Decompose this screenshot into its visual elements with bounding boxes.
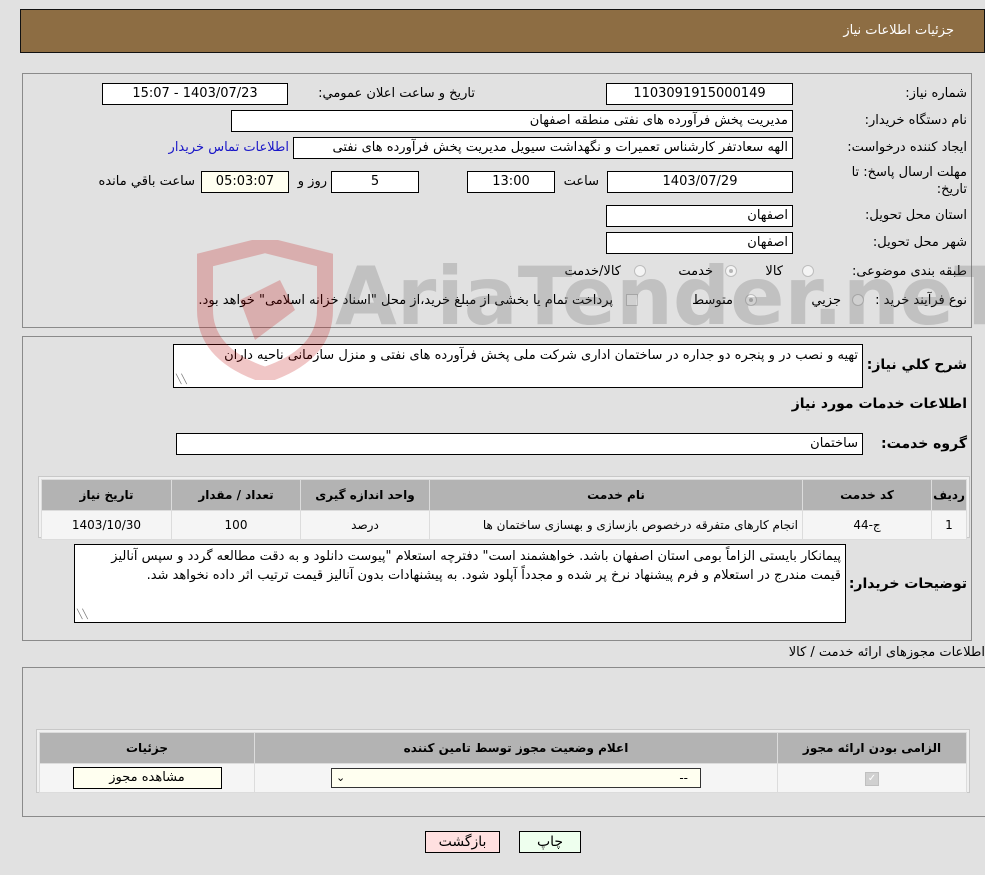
services-table-header: ردیف کد خدمت نام خدمت واحد اندازه گیری ت… [41,479,967,511]
services-heading: اطلاعات خدمات مورد نیاز [791,396,967,412]
category-option-goods: کالا [765,264,783,279]
category-option-service: خدمت [678,264,713,279]
table-row: ✓ -- ⌄ مشاهده مجوز [39,763,967,793]
col-row-number: ردیف [931,479,967,511]
deadline-date-field: 1403/07/29 [607,171,793,193]
province-label: استان محل تحویل: [865,208,967,223]
category-label: طبقه بندی موضوعی: [851,264,967,279]
creator-label: ایجاد کننده درخواست: [847,140,967,155]
page-header: جزئیات اطلاعات نیاز [20,9,985,53]
permit-status-select[interactable]: -- ⌄ [331,768,701,788]
buyer-contact-link[interactable]: اطلاعات تماس خریدار [169,140,289,155]
cell-service-name: انجام کارهای متفرقه درخصوص بازسازی و بهس… [429,510,803,540]
cell-permit-details: مشاهده مجوز [39,763,255,793]
announce-date-field: 1403/07/23 - 15:07 [102,83,288,105]
time-remaining-field: 05:03:07 [201,171,289,193]
cell-quantity: 100 [171,510,301,540]
process-option-minor: جزيي [811,293,841,308]
creator-field: الهه سعادتفر کارشناس تعمیرات و نگهداشت س… [293,137,793,159]
col-service-code: کد خدمت [802,479,932,511]
city-label: شهر محل تحویل: [872,235,967,250]
resize-grip-icon[interactable]: ╲╲ [77,610,88,620]
deadline-label-line2: تاریخ: [936,182,967,197]
col-service-name: نام خدمت [429,479,803,511]
category-radio-goods-service[interactable] [634,265,646,277]
permits-table-wrap: الزامی بودن ارائه مجوز اعلام وضعیت مجوز … [36,729,970,793]
buyer-org-field: مدیریت پخش فرآورده های نفتی منطقه اصفهان [231,110,793,132]
buyer-notes-label: توضیحات خریدار: [848,576,967,592]
days-label: روز و [297,174,327,189]
services-table: ردیف کد خدمت نام خدمت واحد اندازه گیری ت… [41,479,967,540]
resize-grip-icon[interactable]: ╲╲ [176,375,187,385]
description-textarea[interactable]: تهیه و نصب در و پنجره دو جداره در ساختما… [173,344,863,388]
back-button[interactable]: بازگشت [425,831,500,853]
category-radio-service[interactable] [725,265,737,277]
days-remaining-field: 5 [331,171,419,193]
process-type-label: نوع فرآیند خرید : [875,293,967,308]
table-row: 1 ج-44 انجام کارهای متفرقه درخصوص بازساز… [41,510,967,540]
cell-service-code: ج-44 [802,510,932,540]
col-unit: واحد اندازه گیری [300,479,430,511]
permits-table-header: الزامی بودن ارائه مجوز اعلام وضعیت مجوز … [39,732,967,764]
cell-need-date: 1403/10/30 [41,510,172,540]
permit-required-checkbox: ✓ [865,772,879,786]
buyer-notes-textarea[interactable]: پیمانکار بایستی الزاماً بومی استان اصفها… [74,544,846,623]
time-remaining-label: ساعت باقي مانده [98,174,195,189]
chevron-down-icon: ⌄ [336,771,346,784]
description-label: شرح کلي نیاز: [866,357,967,373]
cell-row-number: 1 [931,510,967,540]
process-radio-medium[interactable] [745,294,757,306]
buyer-org-label: نام دستگاه خریدار: [864,113,967,128]
deadline-time-label: ساعت [563,174,599,189]
permit-status-value: -- [679,771,688,785]
service-group-field: ساختمان [176,433,863,455]
treasury-checkbox[interactable] [626,294,638,306]
process-radio-minor[interactable] [852,294,864,306]
need-number-label: شماره نیاز: [905,86,967,101]
col-quantity: تعداد / مقدار [171,479,301,511]
need-number-field: 1103091915000149 [606,83,793,105]
deadline-label-line1: مهلت ارسال پاسخ: تا [851,165,967,180]
permits-table: الزامی بودن ارائه مجوز اعلام وضعیت مجوز … [39,732,967,793]
page-title: جزئیات اطلاعات نیاز [843,23,954,38]
treasury-note: پرداخت تمام یا بخشی از مبلغ خرید،از محل … [198,293,613,308]
province-field: اصفهان [606,205,793,227]
city-field: اصفهان [606,232,793,254]
service-group-label: گروه خدمت: [881,436,967,452]
permits-section-title: اطلاعات مجوزهای ارائه خدمت / کالا [788,645,985,660]
cell-unit: درصد [300,510,430,540]
col-need-date: تاریخ نیاز [41,479,172,511]
print-button[interactable]: چاپ [519,831,581,853]
col-permit-required: الزامی بودن ارائه مجوز [777,732,967,764]
category-radio-goods[interactable] [802,265,814,277]
announce-date-label: تاریخ و ساعت اعلان عمومي: [318,86,475,101]
col-permit-status: اعلام وضعیت مجوز توسط تامین کننده [254,732,778,764]
process-option-medium: متوسط [692,293,733,308]
deadline-time-field: 13:00 [467,171,555,193]
view-permit-button[interactable]: مشاهده مجوز [72,767,222,789]
description-text: تهیه و نصب در و پنجره دو جداره در ساختما… [224,348,858,363]
category-option-goods-service: کالا/خدمت [564,264,621,279]
cell-permit-status: -- ⌄ [254,763,778,793]
buyer-notes-text: پیمانکار بایستی الزاماً بومی استان اصفها… [111,549,841,583]
services-table-wrap: ردیف کد خدمت نام خدمت واحد اندازه گیری ت… [38,476,970,540]
col-permit-details: جزئیات [39,732,255,764]
cell-permit-required: ✓ [777,763,967,793]
